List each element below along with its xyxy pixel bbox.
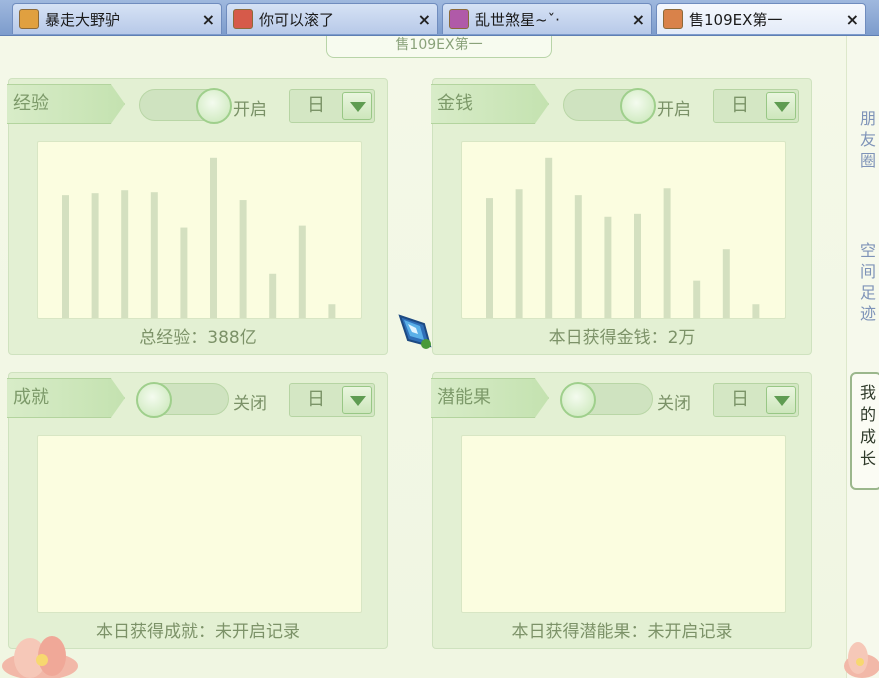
panel-label: 金钱 xyxy=(431,84,549,124)
panel-label: 成就 xyxy=(7,378,125,418)
switch-text: 开启 xyxy=(233,100,267,120)
toggle-knob xyxy=(560,382,596,418)
chart-bar xyxy=(752,304,760,318)
chart-bar xyxy=(210,157,217,318)
period-value: 日 xyxy=(731,389,749,410)
chart-bar xyxy=(663,188,671,318)
period-select[interactable]: 日 xyxy=(713,89,799,123)
toggle-knob xyxy=(196,88,232,124)
tab-name: 售109EX第一 xyxy=(689,10,783,29)
panel-footer: 总经验：388亿 xyxy=(139,328,257,348)
switch-text: 开启 xyxy=(657,100,691,120)
my-growth-label: 我 的 成 长 xyxy=(860,383,877,468)
tab-1[interactable]: 暴走大野驴 × xyxy=(12,3,222,34)
panel-label: 经验 xyxy=(7,84,125,124)
lotus-flower-icon xyxy=(2,636,78,678)
avatar-icon xyxy=(449,9,469,29)
avatar-icon xyxy=(233,9,253,29)
experience-chart-svg xyxy=(62,157,336,318)
chart-bar xyxy=(693,280,701,318)
lotus-flower-icon xyxy=(844,642,879,678)
friends-circle-link[interactable]: 朋 友 圈 xyxy=(860,108,878,171)
chart-bar xyxy=(180,227,188,318)
potential-chart xyxy=(461,435,786,613)
switch-text: 关闭 xyxy=(233,394,267,414)
toggle-knob xyxy=(620,88,656,124)
tab-name: 乱世煞星~ˇ· xyxy=(475,10,560,29)
close-icon[interactable]: × xyxy=(846,10,859,29)
chart-bar xyxy=(62,195,69,318)
chart-bar xyxy=(486,198,493,318)
tab-4-active[interactable]: 售109EX第一 × xyxy=(656,3,866,34)
close-icon[interactable]: × xyxy=(418,10,431,29)
close-icon[interactable]: × xyxy=(202,10,215,29)
panel-label: 潜能果 xyxy=(431,378,549,418)
chart-bar xyxy=(328,304,336,318)
chart-bar xyxy=(121,190,129,318)
chart-bar xyxy=(298,225,306,318)
money-toggle[interactable] xyxy=(563,88,656,124)
switch-text: 关闭 xyxy=(657,394,691,414)
tab-bar: 暴走大野驴 × 你可以滚了 × 乱世煞星~ˇ· × 售109EX第一 × xyxy=(0,0,879,36)
chart-bar xyxy=(515,189,523,318)
dropdown-arrow-icon[interactable] xyxy=(342,386,372,414)
period-select[interactable]: 日 xyxy=(289,89,375,123)
chart-bar xyxy=(150,192,158,318)
chart-bar xyxy=(269,273,277,318)
experience-toggle[interactable] xyxy=(139,88,232,124)
tab-name: 暴走大野驴 xyxy=(45,10,121,29)
page-title: 售109EX第一 xyxy=(326,36,552,58)
chart-bar xyxy=(239,200,247,318)
toggle-knob xyxy=(136,382,172,418)
chart-bar xyxy=(574,195,582,318)
achievement-panel: 成就 关闭 日 本日获得成就：未开启记录 xyxy=(7,372,388,649)
chart-bar xyxy=(722,249,730,318)
period-value: 日 xyxy=(731,95,749,116)
chart-bar xyxy=(604,216,612,318)
chart-bar xyxy=(545,157,553,318)
money-chart xyxy=(461,141,786,319)
achievement-toggle[interactable] xyxy=(136,382,229,418)
panel-footer: 本日获得金钱：2万 xyxy=(548,328,696,348)
achievement-chart xyxy=(37,435,362,613)
experience-chart xyxy=(37,141,362,319)
experience-panel: 经验 开启 日 总经验：388亿 xyxy=(7,78,388,355)
period-value: 日 xyxy=(307,95,325,116)
chart-bar xyxy=(634,213,641,318)
period-select[interactable]: 日 xyxy=(289,383,375,417)
panel-footer: 本日获得潜能果：未开启记录 xyxy=(511,622,733,642)
potential-panel: 潜能果 关闭 日 本日获得潜能果：未开启记录 xyxy=(431,372,812,649)
period-value: 日 xyxy=(307,389,325,410)
money-chart-svg xyxy=(486,157,760,318)
close-icon[interactable]: × xyxy=(632,10,645,29)
gem-icon xyxy=(398,314,432,349)
tab-2[interactable]: 你可以滚了 × xyxy=(226,3,438,34)
space-footprint-link[interactable]: 空 间 足 迹 xyxy=(860,240,878,324)
avatar-icon xyxy=(19,9,39,29)
avatar-icon xyxy=(663,9,683,29)
potential-toggle[interactable] xyxy=(560,382,653,418)
dropdown-arrow-icon[interactable] xyxy=(766,92,796,120)
dropdown-arrow-icon[interactable] xyxy=(342,92,372,120)
money-panel: 金钱 开启 日 本日获得金钱：2万 xyxy=(431,78,812,355)
tab-name: 你可以滚了 xyxy=(259,10,335,29)
dropdown-arrow-icon[interactable] xyxy=(766,386,796,414)
tab-3[interactable]: 乱世煞星~ˇ· × xyxy=(442,3,652,34)
period-select[interactable]: 日 xyxy=(713,383,799,417)
chart-bar xyxy=(91,193,99,318)
